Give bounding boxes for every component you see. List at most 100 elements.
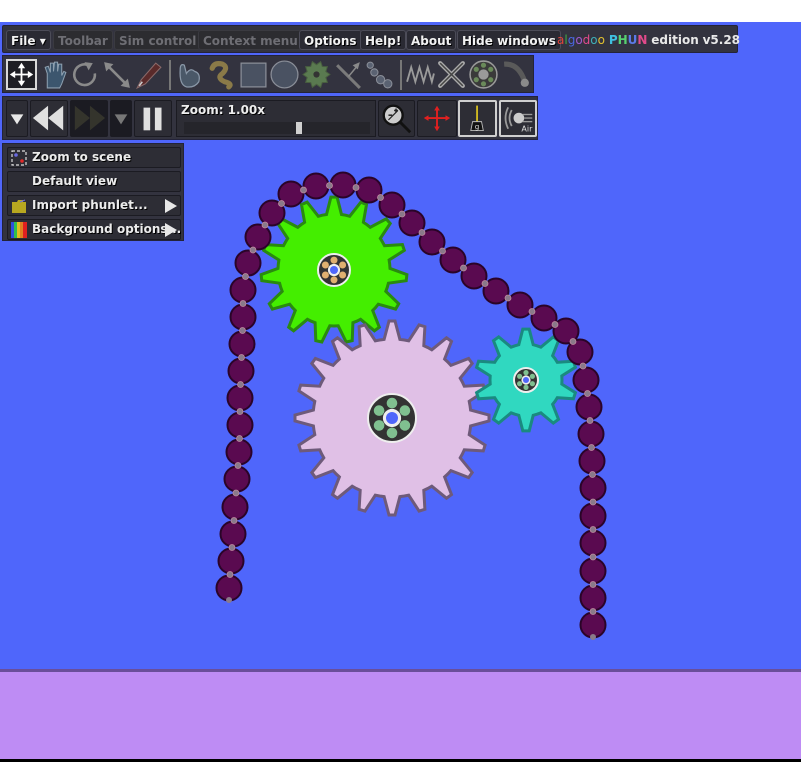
chain-bead[interactable] — [579, 584, 607, 612]
chain-bead[interactable] — [228, 330, 256, 358]
chain-hinge[interactable] — [481, 280, 489, 287]
zoom-reset-button[interactable] — [378, 100, 415, 137]
import-phunlet-item[interactable]: Import phunlet... — [7, 195, 181, 216]
chain-hinge[interactable] — [589, 526, 597, 533]
knife-tool-button[interactable] — [133, 59, 164, 90]
rewind-button[interactable] — [30, 100, 68, 137]
chain-hinge[interactable] — [588, 444, 595, 451]
chain-hinge[interactable] — [589, 553, 597, 561]
file-menu-button[interactable]: File ▾ — [6, 30, 51, 50]
help-button[interactable]: Help! — [360, 30, 407, 50]
chain-hinge[interactable] — [232, 489, 240, 497]
chain-bead[interactable] — [221, 493, 249, 521]
brush-tool-button[interactable] — [206, 59, 237, 90]
teal-gear[interactable] — [474, 327, 578, 433]
background-options-item[interactable]: Background options... — [7, 219, 181, 240]
toolbar-toggle-button[interactable]: Toolbar — [53, 30, 113, 50]
chain-bead[interactable] — [579, 502, 607, 530]
chain-bead[interactable] — [217, 547, 245, 575]
chain-hinge[interactable] — [228, 544, 236, 551]
chain-hinge[interactable] — [528, 308, 536, 315]
chain-bead[interactable] — [244, 223, 272, 251]
chain-hinge[interactable] — [504, 294, 512, 302]
chain-bead[interactable] — [579, 529, 607, 557]
chain-hinge[interactable] — [586, 417, 594, 424]
chain-bead[interactable] — [227, 357, 255, 385]
about-button[interactable]: About — [406, 30, 457, 50]
chain-hinge[interactable] — [236, 435, 243, 442]
chain-hinge[interactable] — [237, 381, 244, 388]
drag-tool-button[interactable] — [39, 59, 70, 90]
circle-tool-button[interactable] — [269, 59, 300, 90]
scale-tool-button[interactable] — [101, 59, 132, 90]
chain-tool-button[interactable] — [363, 59, 394, 90]
box-tool-button[interactable] — [238, 59, 269, 90]
speed-down-dropdown-button[interactable] — [6, 100, 28, 137]
chain-hinge[interactable] — [439, 247, 446, 255]
chain-bead[interactable] — [579, 611, 607, 639]
chain-bead[interactable] — [225, 438, 253, 466]
chain-bead[interactable] — [229, 303, 257, 331]
gear-tool-button[interactable] — [301, 59, 332, 90]
chain-hinge[interactable] — [238, 354, 245, 361]
chain-hinge[interactable] — [579, 362, 587, 370]
options-button[interactable]: Options — [299, 30, 362, 50]
gravity-toggle[interactable]: g — [458, 100, 497, 137]
chain-bead[interactable] — [226, 411, 254, 439]
hinge-icon[interactable] — [317, 253, 351, 287]
chain-bead[interactable] — [223, 465, 251, 493]
chain-hinge[interactable] — [589, 581, 597, 588]
chain-hinge[interactable] — [589, 471, 596, 478]
chain-hinge[interactable] — [569, 338, 577, 345]
chain-hinge[interactable] — [352, 184, 360, 191]
chain-bead[interactable] — [579, 557, 607, 585]
chain-bead[interactable] — [215, 574, 243, 602]
chain-bead[interactable] — [219, 520, 247, 548]
chain-hinge[interactable] — [589, 498, 597, 506]
chain-hinge[interactable] — [239, 327, 246, 334]
pink-gear[interactable] — [293, 319, 491, 517]
chain-hinge[interactable] — [398, 210, 406, 218]
chain-hinge[interactable] — [236, 408, 244, 415]
speed-up-dropdown-button[interactable] — [110, 100, 132, 137]
zoom-slider[interactable] — [184, 122, 370, 134]
chain-bead[interactable] — [577, 420, 605, 448]
chain-hinge[interactable] — [242, 273, 249, 280]
chain-hinge[interactable] — [460, 264, 467, 272]
chain-hinge[interactable] — [589, 608, 597, 615]
chain-hinge[interactable] — [249, 246, 257, 254]
hinge-tool-button[interactable] — [468, 59, 499, 90]
chain-bead[interactable] — [575, 393, 603, 421]
chain-hinge[interactable] — [377, 194, 384, 201]
chain-hinge[interactable] — [418, 229, 426, 236]
spring-tool-button[interactable] — [405, 59, 436, 90]
chain-hinge[interactable] — [300, 186, 307, 194]
hinge-icon[interactable] — [367, 393, 417, 443]
zoom-slider-thumb[interactable] — [295, 122, 302, 134]
rotate-tool-button[interactable] — [69, 59, 100, 90]
ground-plane[interactable] — [0, 669, 801, 762]
chain-hinge[interactable] — [230, 517, 238, 524]
chain-bead[interactable] — [578, 447, 606, 475]
chain-bead[interactable] — [579, 474, 607, 502]
chain-bead[interactable] — [572, 366, 600, 394]
context-menu-toggle-button[interactable]: Context menu — [198, 30, 303, 50]
sketch-tool-button[interactable] — [174, 59, 205, 90]
plane-tool-button[interactable] — [333, 59, 364, 90]
chain-bead[interactable] — [329, 171, 357, 199]
chain-hinge[interactable] — [239, 300, 247, 307]
pause-button[interactable] — [134, 100, 172, 137]
move-tool-button[interactable] — [6, 59, 37, 90]
fast-forward-button[interactable] — [70, 100, 108, 137]
hide-windows-button[interactable]: Hide windows — [457, 30, 561, 50]
chain-hinge[interactable] — [261, 221, 269, 229]
tracer-tool-button[interactable] — [500, 59, 531, 90]
chain-bead[interactable] — [229, 276, 257, 304]
fixate-tool-button[interactable] — [436, 59, 467, 90]
chain-bead[interactable] — [226, 384, 254, 412]
center-view-button[interactable] — [417, 100, 457, 137]
chain-hinge[interactable] — [226, 597, 232, 603]
zoom-to-scene-item[interactable]: Zoom to scene — [7, 147, 181, 168]
air-friction-toggle[interactable]: Air — [499, 100, 537, 137]
chain-hinge[interactable] — [326, 182, 333, 189]
